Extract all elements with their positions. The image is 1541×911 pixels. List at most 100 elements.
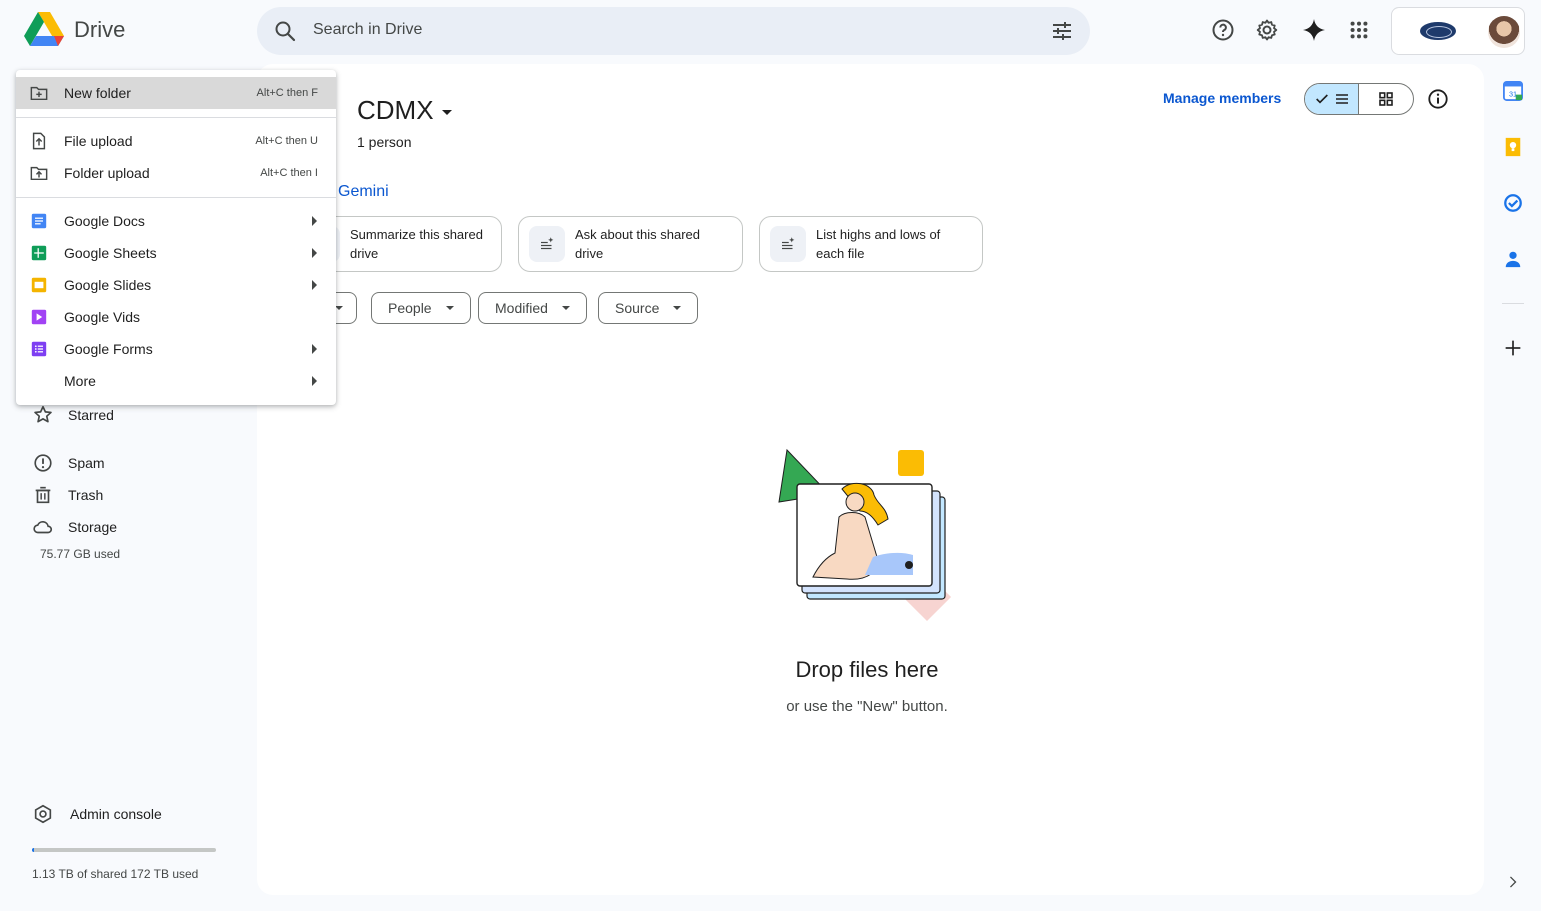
drive-logo-icon xyxy=(24,12,64,46)
menu-label: Google Vids xyxy=(64,309,141,325)
storage-used-text: 75.77 GB used xyxy=(40,547,121,561)
empty-state-illustration xyxy=(778,448,952,622)
gemini-suggestion-highs-lows[interactable]: List highs and lows of each file xyxy=(759,216,983,272)
menu-label: Google Forms xyxy=(64,341,153,357)
filter-label: Source xyxy=(615,300,660,316)
calendar-date: 31 xyxy=(1509,89,1517,98)
menu-item-google-vids[interactable]: Google Vids xyxy=(16,301,336,333)
menu-label: File upload xyxy=(64,133,133,149)
menu-label: More xyxy=(64,373,96,389)
manage-members-link[interactable]: Manage members xyxy=(1163,90,1281,106)
info-icon[interactable] xyxy=(1427,88,1449,110)
list-view-button[interactable] xyxy=(1305,84,1360,114)
menu-shortcut: Alt+C then I xyxy=(260,167,318,179)
menu-shortcut: Alt+C then F xyxy=(256,87,318,99)
main-content: CDMX 1 person Manage members Gemini Summ… xyxy=(257,64,1484,895)
menu-label: Google Docs xyxy=(64,213,145,229)
keep-icon[interactable] xyxy=(1502,136,1524,158)
nav-label-storage: Storage xyxy=(68,519,118,535)
app-name: Drive xyxy=(74,17,126,42)
menu-label: Folder upload xyxy=(64,165,150,181)
menu-label: Google Sheets xyxy=(64,245,157,261)
search-placeholder[interactable]: Search in Drive xyxy=(313,21,422,39)
file-upload-icon xyxy=(29,131,49,151)
search-icon[interactable] xyxy=(273,19,297,43)
submenu-arrow-icon xyxy=(312,344,317,354)
menu-divider xyxy=(16,197,336,198)
grid-icon xyxy=(1379,92,1393,106)
members-count[interactable]: 1 person xyxy=(357,134,411,150)
filter-people-dropdown[interactable]: People xyxy=(371,292,471,324)
account-switcher[interactable] xyxy=(1391,7,1525,55)
google-docs-icon xyxy=(29,211,49,231)
shared-storage-text: 1.13 TB of shared 172 TB used xyxy=(32,867,199,881)
avatar[interactable] xyxy=(1488,16,1520,48)
submenu-arrow-icon xyxy=(312,216,317,226)
nav-label-starred: Starred xyxy=(68,407,114,423)
cloud-icon xyxy=(33,521,52,534)
submenu-arrow-icon xyxy=(312,280,317,290)
nav-item-spam[interactable]: Spam xyxy=(32,452,105,474)
menu-divider xyxy=(16,117,336,118)
organization-logo xyxy=(1420,22,1456,40)
filter-source-dropdown[interactable]: Source xyxy=(598,292,699,324)
admin-console-icon xyxy=(34,804,52,824)
menu-item-google-docs[interactable]: Google Docs xyxy=(16,205,336,237)
shared-drive-title: CDMX xyxy=(357,95,434,125)
menu-item-google-forms[interactable]: Google Forms xyxy=(16,333,336,365)
search-bar[interactable]: Search in Drive xyxy=(257,7,1090,55)
empty-state-title: Drop files here xyxy=(795,657,939,682)
submenu-arrow-icon xyxy=(312,376,317,386)
help-icon[interactable] xyxy=(1210,17,1236,43)
apps-grid-icon[interactable] xyxy=(1346,17,1372,43)
suggestion-text: List highs and lows of each file xyxy=(816,227,941,261)
spam-icon xyxy=(34,454,52,472)
google-vids-icon xyxy=(29,307,49,327)
top-bar: Drive Search in Drive xyxy=(0,0,1541,64)
calendar-icon[interactable]: 31 xyxy=(1502,80,1524,102)
nav-item-starred[interactable]: Starred xyxy=(32,404,114,426)
menu-item-more[interactable]: More xyxy=(16,365,336,397)
filter-modified-dropdown[interactable]: Modified xyxy=(478,292,587,324)
suggestion-text: Summarize this shared drive xyxy=(350,227,483,261)
drive-logo[interactable]: Drive xyxy=(24,12,125,48)
shared-storage-bar xyxy=(32,848,216,852)
menu-shortcut: Alt+C then U xyxy=(255,135,318,147)
contacts-icon[interactable] xyxy=(1502,248,1524,270)
empty-state-subtitle: or use the "New" button. xyxy=(786,698,948,715)
gemini-spark-icon[interactable] xyxy=(1301,17,1327,43)
menu-item-google-slides[interactable]: Google Slides xyxy=(16,269,336,301)
google-sheets-icon xyxy=(29,243,49,263)
filter-label: People xyxy=(388,300,432,316)
nav-label-admin-console: Admin console xyxy=(70,806,162,822)
tasks-icon[interactable] xyxy=(1502,192,1524,214)
nav-label-spam: Spam xyxy=(68,455,105,471)
expand-panel-icon[interactable] xyxy=(1502,871,1524,893)
nav-item-trash[interactable]: Trash xyxy=(32,484,103,506)
shared-storage-bar-fill xyxy=(32,848,34,852)
google-forms-icon xyxy=(29,339,49,359)
nav-item-storage[interactable]: Storage xyxy=(32,516,117,538)
nav-label-trash: Trash xyxy=(68,487,104,503)
menu-item-folder-upload[interactable]: Folder upload Alt+C then I xyxy=(16,157,336,189)
nav-item-admin-console[interactable]: Admin console xyxy=(32,803,162,825)
shared-drive-title-button[interactable]: CDMX xyxy=(357,95,452,126)
dropdown-arrow-icon xyxy=(673,306,682,310)
grid-view-button[interactable] xyxy=(1359,84,1413,114)
check-icon xyxy=(1315,94,1328,104)
settings-icon[interactable] xyxy=(1254,17,1280,43)
menu-item-google-sheets[interactable]: Google Sheets xyxy=(16,237,336,269)
gemini-suggestion-ask[interactable]: Ask about this shared drive xyxy=(518,216,743,272)
side-panel-divider xyxy=(1502,303,1524,304)
add-icon[interactable] xyxy=(1502,337,1524,359)
menu-item-file-upload[interactable]: File upload Alt+C then U xyxy=(16,125,336,157)
dropdown-arrow-icon xyxy=(335,306,343,310)
filter-label: Modified xyxy=(495,300,548,316)
menu-item-new-folder[interactable]: New folder Alt+C then F xyxy=(16,77,336,109)
new-folder-icon xyxy=(29,83,49,103)
dropdown-arrow-icon xyxy=(561,306,570,310)
view-toggle xyxy=(1304,83,1414,115)
search-options-icon[interactable] xyxy=(1050,19,1074,43)
dropdown-arrow-icon xyxy=(445,306,454,310)
sparkle-list-icon xyxy=(529,226,565,262)
